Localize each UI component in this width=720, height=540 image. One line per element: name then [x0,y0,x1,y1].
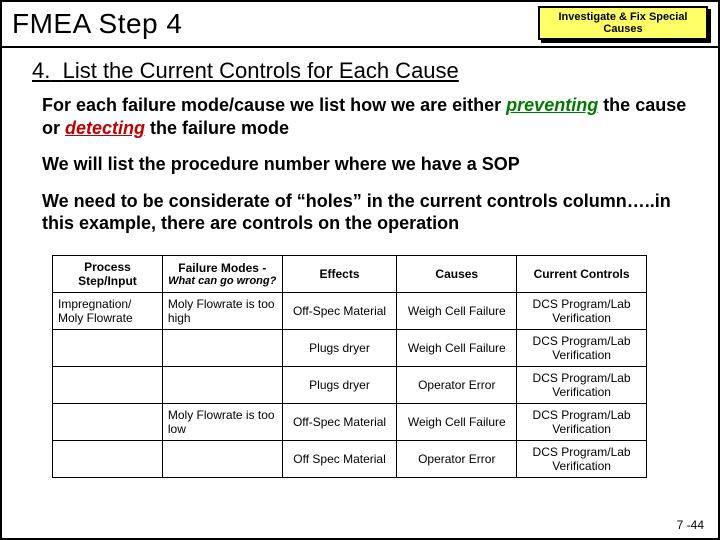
table-body: Impregnation/ Moly Flowrate Moly Flowrat… [53,292,647,477]
cell: Plugs dryer [282,366,397,403]
cell: Moly Flowrate is too low [162,403,282,440]
cell: Weigh Cell Failure [397,329,517,366]
table-row: Impregnation/ Moly Flowrate Moly Flowrat… [53,292,647,329]
body-text: For each failure mode/cause we list how … [2,88,718,235]
table-row: Moly Flowrate is too low Off-Spec Materi… [53,403,647,440]
fmea-table-wrap: Process Step/Input Failure Modes - What … [2,249,718,478]
col-causes: Causes [397,255,517,292]
cell [162,329,282,366]
slide-number: 7 -44 [677,518,704,532]
table-header-row: Process Step/Input Failure Modes - What … [53,255,647,292]
p1-part-c: the failure mode [145,118,289,138]
cell: DCS Program/Lab Verification [517,403,647,440]
cell [53,440,163,477]
table-row: Plugs dryer Weigh Cell Failure DCS Progr… [53,329,647,366]
slide: FMEA Step 4 Investigate & Fix Special Ca… [0,0,720,540]
cell [53,329,163,366]
badge-line2: Causes [603,23,642,35]
table-row: Off Spec Material Operator Error DCS Pro… [53,440,647,477]
keyword-preventing: preventing [506,95,598,115]
section-heading: 4. List the Current Controls for Each Ca… [2,48,718,88]
keyword-detecting: detecting [65,118,145,138]
cell: DCS Program/Lab Verification [517,329,647,366]
paragraph-1: For each failure mode/cause we list how … [42,94,688,139]
slide-title: FMEA Step 4 [12,8,182,40]
cell [53,403,163,440]
badge-line1: Investigate & Fix Special [559,11,688,23]
col-current-controls: Current Controls [517,255,647,292]
cell: Moly Flowrate is too high [162,292,282,329]
cell: Plugs dryer [282,329,397,366]
section-heading-text: List the Current Controls for Each Cause [63,58,459,83]
cell: Weigh Cell Failure [397,403,517,440]
table-row: Plugs dryer Operator Error DCS Program/L… [53,366,647,403]
cell: Operator Error [397,440,517,477]
cell: DCS Program/Lab Verification [517,440,647,477]
cell [162,366,282,403]
paragraph-3: We need to be considerate of “holes” in … [42,190,688,235]
fmea-table: Process Step/Input Failure Modes - What … [52,255,647,478]
cell: Operator Error [397,366,517,403]
col-effects: Effects [282,255,397,292]
col-failure-modes-a: Failure Modes - [168,261,277,275]
col-process-step: Process Step/Input [53,255,163,292]
cell: Off-Spec Material [282,403,397,440]
cell: Off-Spec Material [282,292,397,329]
cell: Weigh Cell Failure [397,292,517,329]
title-bar: FMEA Step 4 Investigate & Fix Special Ca… [2,2,718,48]
cell: DCS Program/Lab Verification [517,366,647,403]
cell [53,366,163,403]
col-failure-modes: Failure Modes - What can go wrong? [162,255,282,292]
cell: Off Spec Material [282,440,397,477]
p1-part-a: For each failure mode/cause we list how … [42,95,506,115]
cell [162,440,282,477]
section-number: 4. [32,58,50,83]
paragraph-2: We will list the procedure number where … [42,153,688,176]
badge: Investigate & Fix Special Causes [538,6,708,42]
col-failure-modes-b: What can go wrong? [168,275,277,287]
cell: Impregnation/ Moly Flowrate [53,292,163,329]
cell: DCS Program/Lab Verification [517,292,647,329]
badge-box: Investigate & Fix Special Causes [538,6,708,40]
